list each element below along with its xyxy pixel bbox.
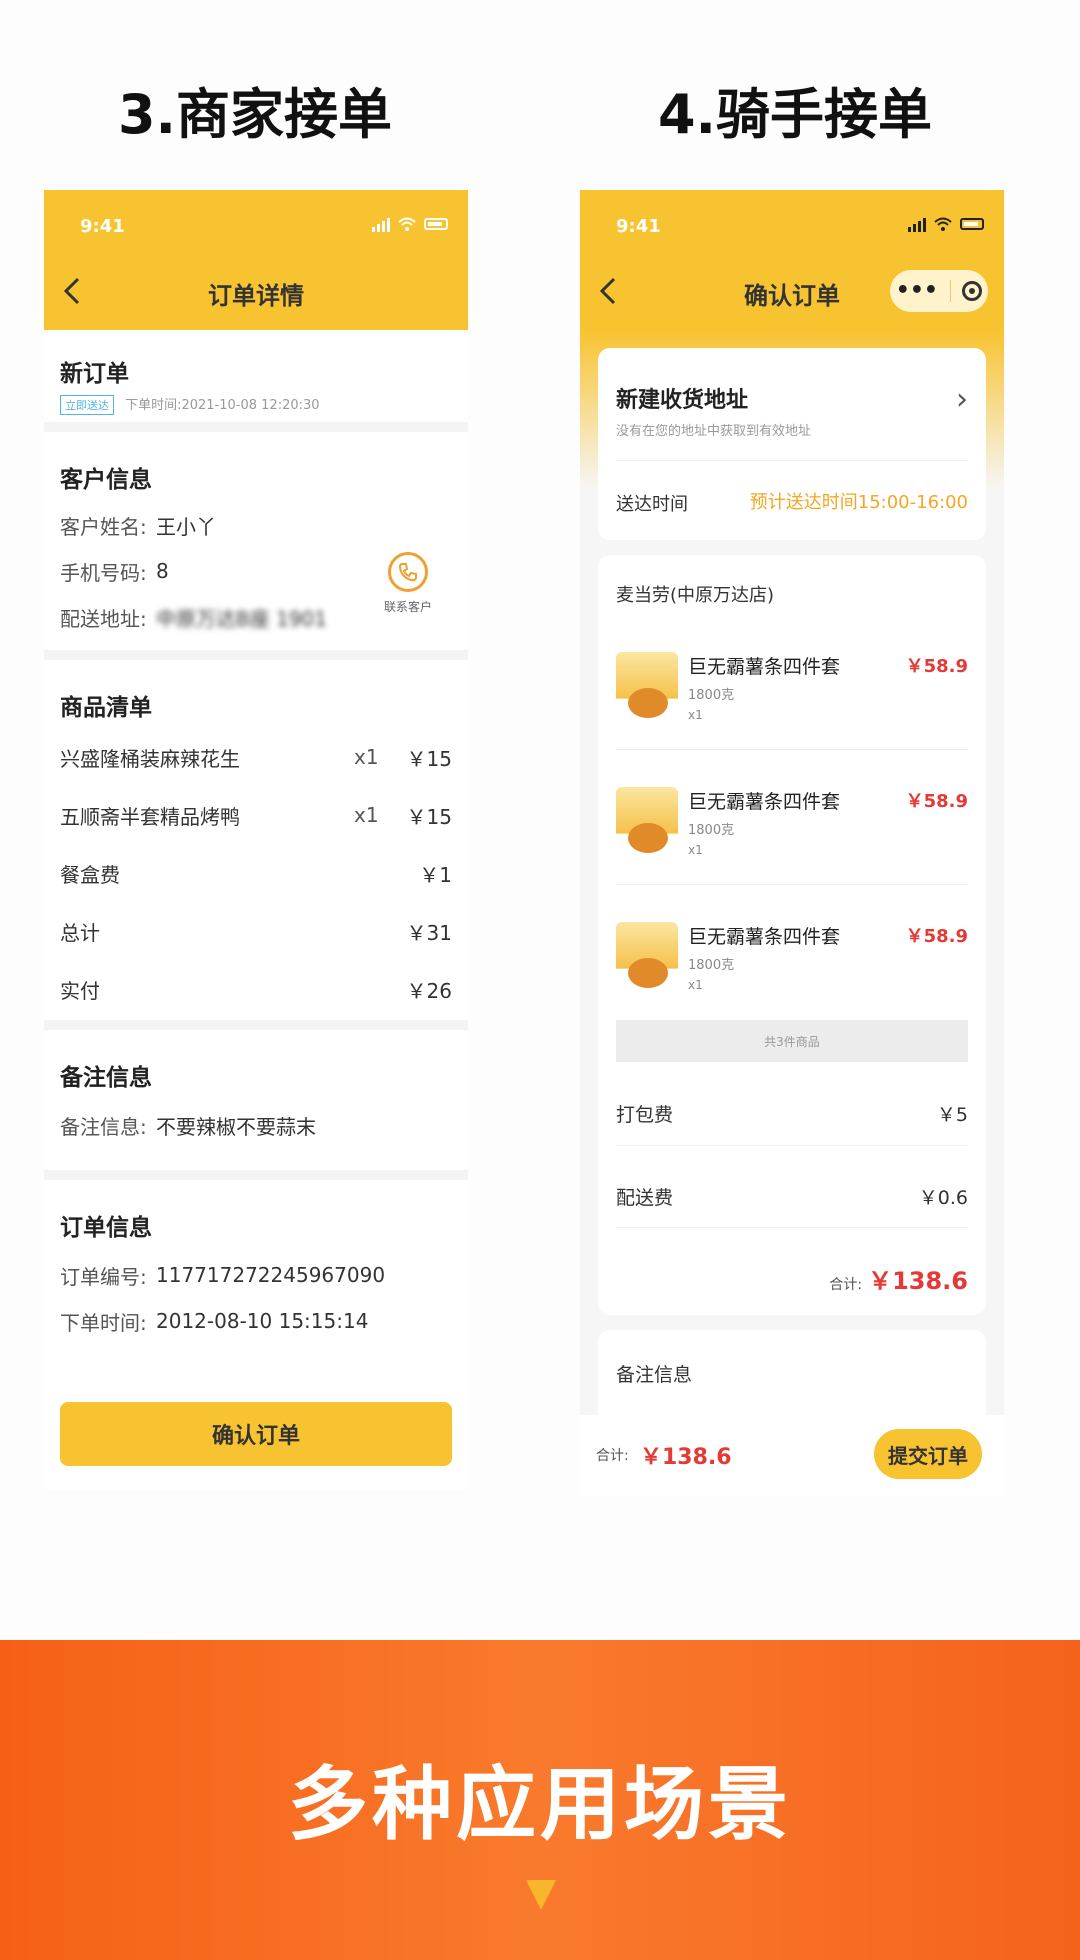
order-time-label: 下单时间: xyxy=(60,1310,147,1335)
remark-label: 备注信息: xyxy=(60,1114,147,1139)
bottom-banner: 多种应用场景 xyxy=(0,1640,1080,1960)
remark-value: 不要辣椒不要蒜末 xyxy=(156,1114,316,1139)
banner-text: 多种应用场景 xyxy=(288,1758,792,1851)
product-item: 巨无霸薯条四件套 1800克 x1 ￥58.9 xyxy=(616,640,968,750)
order-info-section: 订单信息 订单编号: 117717272245967090 下单时间: 2012-0… xyxy=(44,1180,468,1370)
confirm-order-button[interactable]: 确认订单 xyxy=(60,1402,452,1466)
submit-order-button[interactable]: 提交订单 xyxy=(874,1429,982,1479)
chevron-right-icon: › xyxy=(956,382,968,417)
remark-title: 备注信息 xyxy=(60,1065,152,1091)
wifi-icon xyxy=(934,217,952,231)
goods-title: 商品清单 xyxy=(60,695,152,721)
battery-icon xyxy=(960,218,984,230)
step-title-rider: 4.骑手接单 xyxy=(657,83,933,146)
page: 3.商家接单 4.骑手接单 9:41 订单详情 新订单 立即送达 下单时间:20… xyxy=(0,0,1080,1960)
signal-icon xyxy=(372,216,390,232)
step-title-merchant: 3.商家接单 xyxy=(117,83,393,146)
contact-customer-button[interactable]: 联系客户 xyxy=(368,552,448,615)
wifi-icon xyxy=(398,217,416,231)
new-order-title: 新订单 xyxy=(60,361,129,387)
phone-value: 8 xyxy=(156,559,169,583)
delivery-badge: 立即送达 xyxy=(60,395,114,415)
mini-program-capsule: ••• xyxy=(890,270,988,312)
battery-icon xyxy=(424,218,448,230)
merchant-phone-screen: 9:41 订单详情 新订单 立即送达 下单时间:2021-10-08 12:20… xyxy=(44,190,468,1490)
down-arrow-icon xyxy=(526,1880,556,1910)
page-title: 订单详情 xyxy=(208,282,304,310)
signal-icon xyxy=(908,216,926,232)
delivery-time-label: 送达时间 xyxy=(616,494,688,515)
name-value: 王小丫 xyxy=(156,514,216,539)
address-label: 配送地址: xyxy=(60,606,147,631)
product-item: 巨无霸薯条四件套 1800克 x1 ￥58.9 xyxy=(616,910,968,1020)
record-icon[interactable] xyxy=(962,281,983,301)
item-count[interactable]: 共3件商品 xyxy=(616,1020,968,1062)
customer-section: 客户信息 客户姓名: 王小丫 手机号码: 8 配送地址: 中原万达B座 1901 联系… xyxy=(44,432,468,660)
new-address-title: 新建收货地址 xyxy=(616,388,749,413)
address-card[interactable]: 新建收货地址 没有在您的地址中获取到有效地址 › 送达时间 预计送达时间15:0… xyxy=(598,348,986,540)
more-icon[interactable]: ••• xyxy=(896,280,938,302)
goods-section: 商品清单 兴盛隆桶装麻辣花生 x1 ￥15 五顺斋半套精品烤鸭 x1 ￥15 餐盒费 ￥1… xyxy=(44,660,468,1030)
list-item: 餐盒费 ￥1 xyxy=(60,862,452,887)
nav-header: 9:41 确认订单 ••• xyxy=(580,190,1004,330)
delivery-fee-row: 配送费 ￥0.6 xyxy=(616,1187,968,1209)
remark-section: 备注信息 备注信息: 不要辣椒不要蒜末 xyxy=(44,1030,468,1180)
order-card: 麦当劳(中原万达店) 巨无霸薯条四件套 1800克 x1 ￥58.9 巨无霸薯条… xyxy=(598,555,986,1315)
rider-phone-screen: 9:41 确认订单 ••• 新建收货地址 没有在您的地址中获取到有效地址 › 送… xyxy=(580,190,1004,1495)
status-time: 9:41 xyxy=(80,216,125,237)
list-item: 实付 ￥26 xyxy=(60,978,452,1003)
phone-label: 手机号码: xyxy=(60,560,147,585)
product-image xyxy=(616,922,678,1006)
list-item: 五顺斋半套精品烤鸭 x1 ￥15 xyxy=(60,803,452,829)
name-label: 客户姓名: xyxy=(60,514,147,539)
nav-header: 9:41 订单详情 xyxy=(44,190,468,330)
product-image xyxy=(616,787,678,871)
new-order-section: 新订单 立即送达 下单时间:2021-10-08 12:20:30 xyxy=(44,330,468,432)
remark-title: 备注信息 xyxy=(616,1364,693,1386)
customer-title: 客户信息 xyxy=(60,467,152,493)
address-hint: 没有在您的地址中获取到有效地址 xyxy=(616,424,812,439)
product-item: 巨无霸薯条四件套 1800克 x1 ￥58.9 xyxy=(616,775,968,885)
contact-label: 联系客户 xyxy=(383,600,432,614)
order-time: 下单时间:2021-10-08 12:20:30 xyxy=(125,398,320,413)
shop-name: 麦当劳(中原万达店) xyxy=(616,585,775,606)
list-item: 总计 ￥31 xyxy=(60,920,452,945)
order-time-value: 2012-08-10 15:15:14 xyxy=(156,1309,369,1333)
packing-fee-row: 打包费 ￥5 xyxy=(616,1104,968,1126)
product-image xyxy=(616,652,678,736)
order-no-value: 117717272245967090 xyxy=(156,1263,386,1287)
status-bar: 9:41 xyxy=(616,216,984,240)
order-info-title: 订单信息 xyxy=(60,1215,152,1241)
bottom-total-value: ￥138.6 xyxy=(640,1445,732,1470)
list-item: 兴盛隆桶装麻辣花生 x1 ￥15 xyxy=(60,745,452,771)
order-total: 合计: ￥138.6 xyxy=(829,1267,968,1295)
status-time: 9:41 xyxy=(616,216,661,237)
address-value: 中原万达B座 1901 xyxy=(156,606,327,631)
phone-icon xyxy=(388,552,428,592)
delivery-time-value[interactable]: 预计送达时间15:00-16:00 xyxy=(750,488,968,514)
order-no-label: 订单编号: xyxy=(60,1264,147,1289)
bottom-total-label: 合计: xyxy=(596,1448,629,1464)
bottom-bar: 合计: ￥138.6 提交订单 xyxy=(580,1415,1004,1495)
status-bar: 9:41 xyxy=(80,216,448,240)
